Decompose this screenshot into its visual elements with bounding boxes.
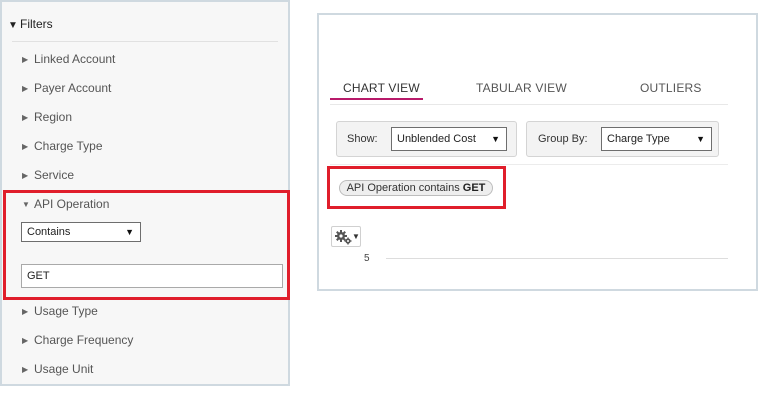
filter-label: Usage Unit: [34, 362, 94, 376]
api-operation-value-input[interactable]: [21, 264, 283, 288]
filter-linked-account[interactable]: ▶ Linked Account: [22, 51, 115, 67]
filters-header[interactable]: ▼ Filters: [8, 16, 53, 32]
active-tab-indicator: [330, 98, 423, 100]
tab-tabular-view[interactable]: TABULAR VIEW: [476, 80, 567, 96]
triangle-right-icon: ▶: [22, 365, 29, 374]
caret-down-icon: ▼: [125, 227, 134, 237]
show-value: Unblended Cost: [397, 133, 476, 145]
triangle-down-icon: ▼: [8, 20, 18, 31]
active-filter-chip[interactable]: API Operation contains GET: [339, 180, 493, 196]
triangle-right-icon: ▶: [22, 171, 29, 180]
filters-title: Filters: [20, 17, 53, 31]
filter-charge-frequency[interactable]: ▶ Charge Frequency: [22, 332, 133, 348]
gear-icon: [335, 230, 352, 245]
show-label: Show:: [347, 133, 378, 145]
filter-label: API Operation: [34, 197, 110, 211]
triangle-right-icon: ▶: [22, 142, 29, 151]
tab-chart-view[interactable]: CHART VIEW: [343, 80, 420, 96]
filter-label: Linked Account: [34, 52, 116, 66]
triangle-right-icon: ▶: [22, 307, 29, 316]
filter-usage-type[interactable]: ▶ Usage Type: [22, 303, 98, 319]
controls-divider: [330, 164, 728, 165]
triangle-right-icon: ▶: [22, 84, 29, 93]
filter-label: Charge Type: [34, 139, 103, 153]
triangle-right-icon: ▶: [22, 336, 29, 345]
filter-label: Service: [34, 168, 75, 182]
caret-down-icon: ▼: [352, 232, 360, 241]
filters-divider: [12, 41, 278, 42]
y-axis-tick: 5: [364, 253, 370, 264]
filter-label: Charge Frequency: [34, 333, 134, 347]
filter-label: Region: [34, 110, 73, 124]
group-by-select[interactable]: Charge Type ▼: [601, 127, 712, 151]
chip-prefix: API Operation contains: [346, 182, 463, 194]
filter-service[interactable]: ▶ Service: [22, 167, 74, 183]
show-select[interactable]: Unblended Cost ▼: [391, 127, 507, 151]
chart-gridline: [386, 258, 728, 259]
chart-settings-button[interactable]: ▼: [331, 226, 361, 247]
tabs-divider: [330, 104, 728, 105]
group-by-value: Charge Type: [607, 133, 670, 145]
filter-label: Payer Account: [34, 81, 112, 95]
chip-value: GET: [462, 182, 486, 194]
filter-charge-type[interactable]: ▶ Charge Type: [22, 138, 103, 154]
tab-outliers[interactable]: OUTLIERS: [640, 80, 702, 96]
triangle-right-icon: ▶: [22, 55, 29, 64]
operator-value: Contains: [27, 226, 71, 238]
api-operation-operator-select[interactable]: Contains ▼: [21, 222, 141, 242]
caret-down-icon: ▼: [491, 134, 500, 144]
group-by-label: Group By:: [538, 133, 588, 145]
triangle-down-icon: ▼: [22, 200, 30, 209]
triangle-right-icon: ▶: [22, 113, 29, 122]
filter-api-operation[interactable]: ▼ API Operation: [22, 196, 109, 212]
filter-usage-unit[interactable]: ▶ Usage Unit: [22, 361, 93, 377]
filter-region[interactable]: ▶ Region: [22, 109, 72, 125]
filter-label: Usage Type: [34, 304, 98, 318]
filter-payer-account[interactable]: ▶ Payer Account: [22, 80, 111, 96]
caret-down-icon: ▼: [696, 134, 705, 144]
